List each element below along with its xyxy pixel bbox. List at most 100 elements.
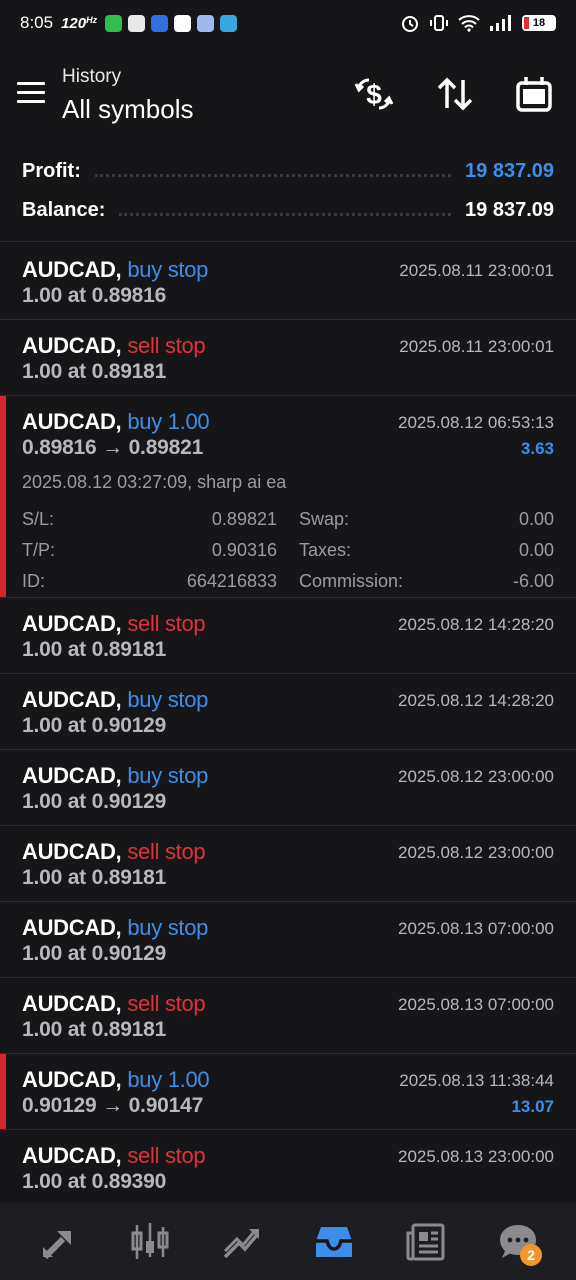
taxes-label: Taxes: [299,540,352,560]
system-icons: 18 [400,13,556,33]
svg-text:$: $ [366,79,382,110]
tp-label: T/P: [22,540,56,560]
deal-datetime: 2025.08.11 23:00:01 [399,261,554,280]
deal-row[interactable]: AUDCAD, sell stop 1.00 at 0.89181 2025.08.1… [0,978,576,1054]
deal-row[interactable]: AUDCAD, buy stop 1.00 at 0.89816 2025.08.11… [0,244,576,320]
vibrate-icon [430,15,448,31]
swap-label: Swap: [299,509,350,529]
deal-datetime: 2025.08.12 23:00:00 [398,843,554,862]
deal-type: buy 1.00 [127,409,210,434]
deal-details: 2025.08.12 03:27:09, sharp ai ea S/L: 0.89… [22,472,554,597]
messenger-icon [197,14,215,32]
deal-price: 1.00 at 0.89816 [22,284,167,307]
deal-row[interactable]: AUDCAD, sell stop 1.00 at 0.89181 2025.08.1… [0,598,576,674]
news-icon [406,1223,445,1260]
deal-price: 1.00 at 0.89181 [22,866,167,889]
deal-price: 1.00 at 0.89181 [22,638,167,661]
deal-row[interactable]: AUDCAD, buy 1.00 0.90129 → 0.90147 2025.08.… [0,1054,576,1130]
deal-type: sell stop [127,991,206,1016]
nav-history[interactable] [304,1212,364,1272]
deal-row[interactable]: AUDCAD, sell stop 1.00 at 0.89390 2025.08.1… [0,1130,576,1206]
deal-price: 1.00 at 0.90129 [22,942,167,965]
deal-title: AUDCAD, buy stop [22,257,208,283]
menu-icon [17,82,45,85]
deal-price: 1.00 at 0.89390 [22,1170,167,1193]
nav-quotes[interactable] [28,1212,88,1272]
deal-row[interactable]: AUDCAD, buy stop 1.00 at 0.90129 2025.08.12… [0,674,576,750]
deal-type: sell stop [127,1143,206,1168]
battery-icon: 18 [522,15,556,31]
whatsapp-icon [105,14,123,32]
chart-icon [131,1222,169,1259]
deal-type: buy stop [127,687,209,712]
nav-trade[interactable] [212,1212,272,1272]
sl-label: S/L: [22,509,55,529]
swap-value: 0.00 [518,509,554,529]
deal-type: buy stop [127,915,209,940]
deal-type: sell stop [127,333,206,358]
sort-icon[interactable] [435,74,475,114]
telegram-icon [220,14,238,32]
messages-badge: 2 [520,1243,542,1266]
deal-symbol: AUDCAD, [22,915,122,940]
tp-value: 0.90316 [211,540,277,560]
deal-row[interactable]: AUDCAD, buy 1.00 0.89816 → 0.89821 2025.08.… [0,396,576,598]
header-title[interactable]: All symbols [62,94,193,125]
currency-exchange-icon[interactable]: $ [354,74,394,114]
deal-symbol: AUDCAD, [22,1067,122,1092]
commission-label: Commission: [299,571,404,591]
deal-symbol: AUDCAD, [22,991,122,1016]
deal-datetime: 2025.08.12 14:28:20 [398,615,554,634]
deal-profit: 3.63 [520,439,554,458]
deal-datetime: 2025.08.13 07:00:00 [398,995,554,1014]
commission-value: -6.00 [512,571,554,591]
signal-icon [490,15,511,31]
deal-title: AUDCAD, sell stop [22,611,206,637]
deal-symbol: AUDCAD, [22,257,122,282]
menu-button[interactable] [17,82,45,104]
deal-symbol: AUDCAD, [22,839,122,864]
deal-row[interactable]: AUDCAD, buy stop 1.00 at 0.90129 2025.08.12… [0,750,576,826]
app-header: History All symbols $ [0,60,576,132]
profit-row: Profit: 19 837.09 [22,152,554,191]
deal-title: AUDCAD, sell stop [22,1143,206,1169]
quotes-icon [42,1230,71,1259]
deal-datetime: 2025.08.13 23:00:00 [398,1147,554,1166]
history-list[interactable]: AUDCAD, buy stop 1.00 at 0.89816 2025.08.11… [0,244,576,1206]
deal-price: 1.00 at 0.90129 [22,790,167,813]
deal-price: 1.00 at 0.89181 [22,360,167,383]
trade-icon [223,1228,259,1258]
sl-value: 0.89821 [211,509,277,529]
deal-profit: 13.07 [511,1097,554,1116]
balance-row: Balance: 19 837.09 [22,191,554,230]
deal-details-grid: S/L: 0.89821 Swap: 0.00 T/P: 0.90316 Taxes: 0.0… [22,504,554,597]
profit-label: Profit: [22,160,81,182]
notification-icons [105,14,238,32]
nav-chart[interactable] [120,1212,180,1272]
deal-row[interactable]: AUDCAD, buy stop 1.00 at 0.90129 2025.08.13… [0,902,576,978]
calendar-icon[interactable] [514,74,554,114]
wifi-icon [458,15,480,32]
deal-datetime: 2025.08.12 06:53:13 [398,413,554,432]
deal-row[interactable]: AUDCAD, sell stop 1.00 at 0.89181 2025.08.1… [0,320,576,396]
app-icon [174,14,192,32]
header-subtitle: History [62,66,122,87]
profit-value: 19 837.09 [465,160,554,182]
deal-title: AUDCAD, sell stop [22,991,206,1017]
deal-title: AUDCAD, buy stop [22,763,208,789]
leader-dots [119,213,452,216]
status-time: 8:05 [20,13,54,32]
app-icon [128,14,146,32]
deal-symbol: AUDCAD, [22,687,122,712]
deal-title: AUDCAD, buy stop [22,915,208,941]
deal-symbol: AUDCAD, [22,409,122,434]
nav-news[interactable] [396,1212,456,1272]
nav-messages[interactable]: 2 [488,1212,548,1272]
deal-price: 0.90129 → 0.90147 [22,1094,204,1117]
history-icon [316,1226,352,1257]
deal-title: AUDCAD, sell stop [22,333,206,359]
deal-title: AUDCAD, buy stop [22,687,208,713]
deal-datetime: 2025.08.13 11:38:44 [399,1071,554,1090]
deal-row[interactable]: AUDCAD, sell stop 1.00 at 0.89181 2025.08.1… [0,826,576,902]
deal-title: AUDCAD, buy 1.00 [22,409,210,435]
